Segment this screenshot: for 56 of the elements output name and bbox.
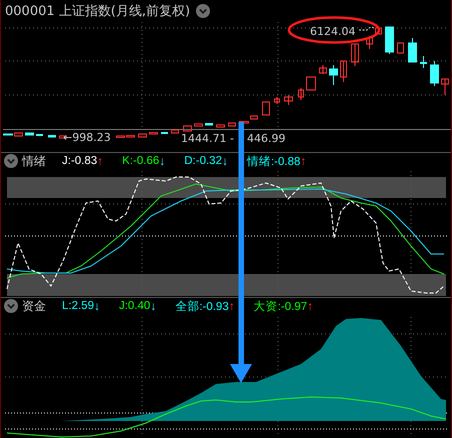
candle — [306, 76, 316, 90]
price-label: ←998.23 — [63, 131, 111, 144]
candle — [340, 60, 347, 82]
indicator-value: D:-0.32 — [184, 155, 222, 167]
candle — [397, 42, 404, 54]
indicator-value: 全部:-0.93 — [175, 299, 229, 314]
candle — [250, 116, 258, 120]
candle — [274, 96, 280, 104]
candle — [375, 28, 382, 34]
candle — [239, 121, 249, 124]
candle — [171, 130, 179, 134]
price-label: 6124.04 — [310, 25, 356, 38]
dropdown-icon[interactable] — [4, 154, 18, 168]
candle — [420, 56, 427, 68]
candle — [228, 122, 236, 126]
candle — [284, 94, 293, 106]
candle — [329, 64, 338, 86]
candle — [351, 44, 359, 66]
candle — [183, 126, 192, 132]
candle — [366, 36, 373, 50]
trend-arrow: ↓ — [150, 299, 156, 313]
leader-line — [358, 26, 376, 30]
trend-arrow: ↑ — [300, 154, 306, 168]
trend-arrow: ↑ — [228, 299, 235, 313]
trend-arrow: ↓ — [222, 154, 228, 168]
trend-arrow: ↑ — [307, 299, 314, 313]
indicator-value: L:2.59 — [62, 300, 94, 312]
candle — [430, 60, 439, 86]
candle — [194, 124, 203, 126]
candle — [205, 123, 213, 126]
indicator-name: 资金 — [22, 298, 46, 314]
candle — [262, 102, 270, 116]
price-label: 446.99 — [247, 132, 286, 145]
dropdown-icon[interactable] — [4, 299, 18, 313]
trend-arrow: ↑ — [97, 154, 104, 168]
candle — [385, 26, 394, 54]
chart-title: 000001 上证指数(月线,前复权) — [5, 3, 190, 20]
candle — [408, 38, 417, 62]
candle — [319, 64, 327, 74]
trend-arrow: ↓ — [159, 154, 166, 168]
candle — [48, 135, 56, 138]
candle — [25, 132, 34, 136]
indicator-value: 大资:-0.97 — [254, 300, 308, 314]
candle — [149, 132, 158, 134]
candle — [298, 88, 304, 100]
indicator-value: 情绪:-0.88 — [246, 154, 300, 168]
candle — [138, 134, 147, 138]
candle — [216, 124, 225, 128]
indicator-value: J:-0.83 — [62, 155, 98, 167]
candle — [441, 78, 449, 96]
trend-arrow: ↓ — [94, 299, 100, 313]
dropdown-icon[interactable] — [196, 4, 210, 18]
indicator-value: J:0.40 — [118, 300, 150, 312]
indicator-value: K:-0.66 — [122, 155, 160, 167]
price-label: 1444.71 - — [181, 132, 234, 145]
indicator-name: 情绪 — [22, 152, 46, 170]
